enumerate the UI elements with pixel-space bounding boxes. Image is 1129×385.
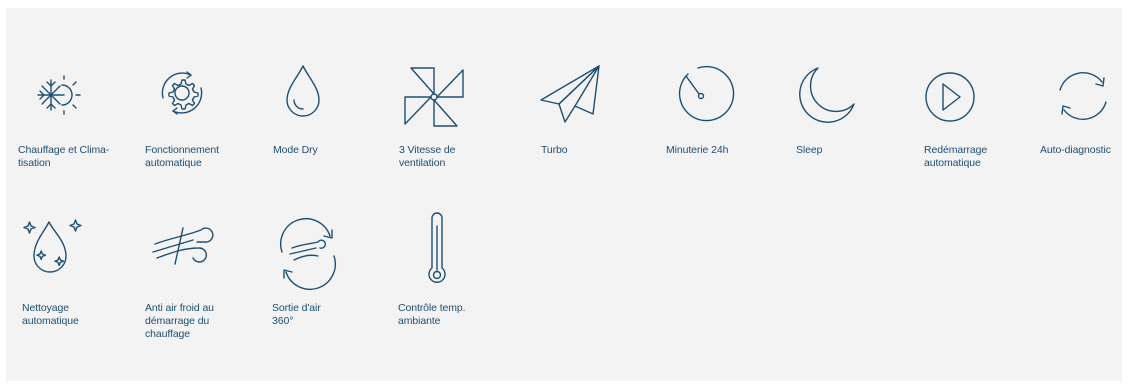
features-panel: Chauffage et Clima- tisation Fonctionnem… bbox=[6, 8, 1122, 381]
wind-icon bbox=[145, 218, 257, 293]
feature-label: Turbo bbox=[541, 144, 568, 156]
feature-label: Auto-diagnostic bbox=[1040, 144, 1111, 156]
feature-label: Sleep bbox=[796, 144, 823, 156]
feature-label: Chauffage et Clima- tisation bbox=[18, 144, 110, 169]
feature-label: Nettoyage automatique bbox=[22, 302, 79, 327]
play-circle-icon bbox=[924, 60, 1036, 135]
feature-label: 3 Vitesse de ventilation bbox=[399, 144, 456, 169]
air-360-icon bbox=[272, 218, 384, 293]
feature-label: Contrôle temp. ambiante bbox=[398, 302, 466, 327]
thermometer-icon bbox=[398, 212, 510, 293]
gear-cycle-icon bbox=[145, 60, 257, 135]
feature-label: Mode Dry bbox=[273, 144, 318, 156]
feature-label: Fonctionnement automatique bbox=[145, 144, 219, 169]
moon-icon bbox=[796, 60, 908, 135]
water-drop-icon bbox=[273, 60, 385, 135]
feature-label: Sortie d'air 360° bbox=[272, 302, 321, 327]
sparkle-drop-icon bbox=[22, 218, 134, 293]
snowflake-sun-icon bbox=[18, 60, 130, 135]
feature-label: Redémarrage automatique bbox=[924, 144, 988, 169]
timer-icon bbox=[666, 60, 778, 135]
pinwheel-icon bbox=[399, 60, 511, 135]
feature-label: Minuterie 24h bbox=[666, 144, 729, 156]
refresh-arrows-icon bbox=[1040, 60, 1129, 135]
feature-label: Anti air froid au démarrage du chauffage bbox=[145, 302, 214, 340]
paper-plane-icon bbox=[540, 60, 653, 135]
